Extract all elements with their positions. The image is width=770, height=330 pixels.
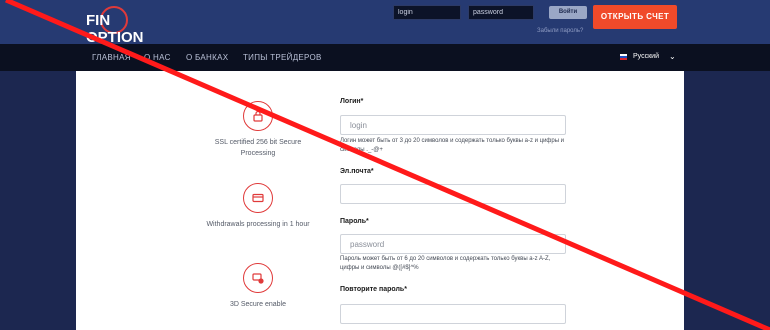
nav-item-home[interactable]: ГЛАВНАЯ: [92, 53, 131, 62]
feature-ssl-text: SSL certified 256 bit Secure Processing: [214, 139, 302, 157]
forgot-password-link[interactable]: Забыли пароль?: [537, 28, 583, 34]
language-label: Русский: [633, 53, 659, 60]
signin-button[interactable]: Войти: [549, 6, 587, 19]
secure-card-icon: [243, 263, 273, 293]
russian-flag-icon: [620, 54, 627, 60]
login-input[interactable]: [340, 115, 566, 135]
email-input[interactable]: [340, 184, 566, 204]
nav-item-trader-types[interactable]: ТИПЫ ТРЕЙДЕРОВ: [243, 53, 322, 62]
password-hint: Пароль может быть от 6 до 20 символов и …: [340, 256, 551, 271]
lock-icon: [243, 101, 273, 131]
login-label: Логин*: [340, 98, 364, 105]
login-hint: Логин может быть от 3 до 20 символов и с…: [340, 138, 565, 153]
email-label: Эл.почта*: [340, 168, 374, 175]
header-password-input[interactable]: [468, 5, 534, 20]
registration-panel: SSL certified 256 bit Secure Processing …: [76, 71, 684, 330]
feature-3d-secure-text: 3D Secure enable: [229, 301, 287, 308]
chevron-down-icon: ⌄: [669, 52, 676, 61]
nav-item-banks[interactable]: О БАНКАХ: [186, 53, 228, 62]
main-nav: ГЛАВНАЯ О НАС О БАНКАХ ТИПЫ ТРЕЙДЕРОВ Ру…: [0, 44, 770, 71]
credit-card-icon: [243, 183, 273, 213]
logo-text: FIN OPTION: [86, 12, 144, 46]
site-header: FIN OPTION Войти Забыли пароль? ОТКРЫТЬ …: [0, 0, 770, 46]
password-input[interactable]: [340, 234, 566, 254]
header-login-input[interactable]: [393, 5, 461, 20]
nav-item-about[interactable]: О НАС: [144, 53, 171, 62]
feature-withdrawals-text: Withdrawals processing in 1 hour: [206, 221, 310, 228]
repeat-password-label: Повторите пароль*: [340, 286, 407, 293]
password-label: Пароль*: [340, 218, 369, 225]
open-account-button[interactable]: ОТКРЫТЬ СЧЕТ: [593, 5, 677, 29]
repeat-password-input[interactable]: [340, 304, 566, 324]
logo[interactable]: FIN OPTION: [84, 5, 168, 46]
